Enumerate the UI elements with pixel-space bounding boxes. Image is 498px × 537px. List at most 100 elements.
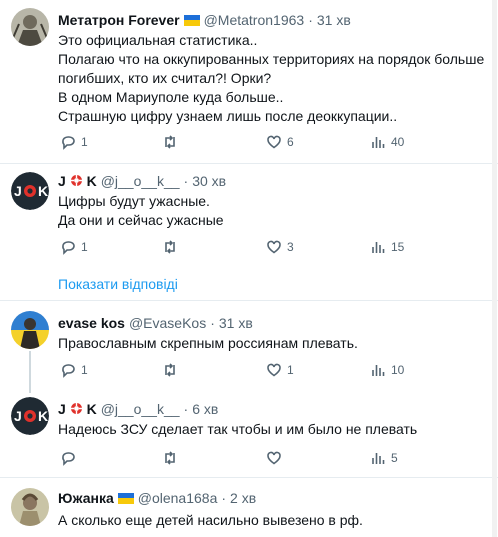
- text-line: Страшную цифру узнаем лишь после деоккуп…: [58, 108, 398, 124]
- like-icon: [267, 135, 281, 149]
- avatar[interactable]: J K: [11, 397, 49, 435]
- tweet-3[interactable]: evase kos @EvaseKos · 31 хв Православным…: [0, 301, 498, 393]
- user-name[interactable]: Южанка: [58, 490, 114, 506]
- timestamp[interactable]: 6 хв: [192, 401, 218, 417]
- user-name[interactable]: J K: [58, 401, 97, 417]
- lifebuoy-icon: J K: [11, 172, 49, 210]
- avatar-image: [11, 8, 49, 46]
- views-count: 40: [391, 135, 405, 149]
- views-count: 5: [391, 451, 398, 465]
- user-name-prefix: J: [58, 401, 66, 417]
- thread-line: [29, 351, 31, 393]
- views-icon: [372, 453, 385, 464]
- views-icon: [372, 365, 385, 376]
- reply-count: 1: [81, 240, 88, 254]
- like-button[interactable]: [266, 448, 287, 468]
- user-name[interactable]: J K: [58, 173, 97, 189]
- svg-text:K: K: [38, 408, 48, 424]
- retweet-icon: [165, 240, 175, 254]
- retweet-button[interactable]: [162, 360, 183, 380]
- text-line: Да они и сейчас ужасные: [58, 212, 224, 228]
- user-name-suffix: K: [86, 173, 97, 189]
- views-icon: [372, 242, 385, 253]
- reply-count: 1: [81, 363, 88, 377]
- tweet-2[interactable]: J K J K @j__o__k__ · 30 хв Цифры будут у…: [0, 164, 498, 294]
- lifebuoy-icon: [70, 175, 82, 186]
- user-name[interactable]: evase kos: [58, 315, 125, 331]
- show-replies-link[interactable]: Показати відповіді: [58, 276, 178, 292]
- tweet-4[interactable]: J K J K @j__o__k__ · 6 хв Надеюсь ЗСУ сд…: [0, 393, 498, 477]
- views-button[interactable]: 15: [370, 237, 404, 257]
- action-bar: 5: [58, 448, 498, 468]
- like-button[interactable]: 3: [266, 237, 294, 257]
- scrollbar[interactable]: [492, 0, 497, 537]
- svg-text:K: K: [38, 183, 48, 199]
- retweet-button[interactable]: [162, 448, 183, 468]
- tweet-text: Это официальная статистика.. Полагаю что…: [58, 31, 490, 126]
- retweet-button[interactable]: [162, 132, 183, 152]
- reply-icon: [62, 241, 75, 255]
- user-handle[interactable]: @j__o__k__: [101, 173, 180, 189]
- views-icon: [372, 137, 385, 148]
- views-button[interactable]: 40: [370, 132, 404, 152]
- timestamp[interactable]: 31 хв: [219, 315, 253, 331]
- separator-dot: ·: [183, 173, 189, 189]
- text-line: Цифры будут ужасные.: [58, 193, 210, 209]
- avatar[interactable]: [11, 488, 49, 526]
- lifebuoy-icon: J K: [11, 397, 49, 435]
- like-icon: [267, 451, 281, 465]
- user-handle[interactable]: @EvaseKos: [129, 315, 206, 331]
- avatar-image: [11, 488, 49, 526]
- text-line: Это официальная статистика..: [58, 32, 258, 48]
- svg-text:J: J: [14, 183, 22, 199]
- views-count: 10: [391, 363, 405, 377]
- tweet-text: Цифры будут ужасные. Да они и сейчас ужа…: [58, 192, 490, 230]
- user-handle[interactable]: @olena168a: [138, 490, 218, 506]
- retweet-button[interactable]: [162, 237, 183, 257]
- timestamp[interactable]: 30 хв: [192, 173, 226, 189]
- timestamp[interactable]: 31 хв: [317, 12, 351, 28]
- action-bar: 1 3 15: [58, 237, 498, 257]
- tweet-1[interactable]: Метатрон Forever @Metatron1963 · 31 хв Э…: [0, 0, 498, 160]
- like-count: 3: [287, 240, 294, 254]
- lifebuoy-icon: [70, 403, 82, 414]
- tweet-5[interactable]: Южанка @olena168a · 2 хв А сколько еще д…: [0, 478, 498, 537]
- like-icon: [267, 363, 281, 377]
- reply-icon: [62, 364, 75, 378]
- reply-button[interactable]: 1: [60, 132, 88, 152]
- retweet-icon: [165, 451, 175, 465]
- like-count: 1: [287, 363, 294, 377]
- separator-dot: ·: [221, 490, 227, 506]
- user-name-prefix: J: [58, 173, 66, 189]
- reply-button[interactable]: 1: [60, 360, 88, 380]
- tweet-text: А сколько еще детей насильно вывезено в …: [58, 511, 490, 530]
- avatar[interactable]: [11, 8, 49, 46]
- views-button[interactable]: 10: [370, 360, 404, 380]
- retweet-icon: [165, 363, 175, 377]
- avatar-image: [11, 311, 49, 349]
- avatar[interactable]: [11, 311, 49, 349]
- like-icon: [267, 240, 281, 254]
- text-line: Православным скрепным россиянам плевать.: [58, 335, 358, 351]
- reply-button[interactable]: [60, 448, 81, 468]
- text-line: Надеюсь ЗСУ сделает так чтобы и им было …: [58, 421, 418, 437]
- separator-dot: ·: [308, 12, 313, 28]
- action-bar: 1 1 10: [58, 360, 498, 380]
- user-name[interactable]: Метатрон Forever: [58, 12, 180, 28]
- avatar[interactable]: J K: [11, 172, 49, 210]
- like-button[interactable]: 6: [266, 132, 294, 152]
- flag-ukraine-icon: [117, 492, 134, 504]
- flag-ukraine-icon: [183, 14, 200, 26]
- user-handle[interactable]: @j__o__k__: [101, 401, 180, 417]
- reply-button[interactable]: 1: [60, 237, 88, 257]
- action-bar: 1 6 40: [58, 132, 498, 152]
- like-button[interactable]: 1: [266, 360, 294, 380]
- tweet-text: Православным скрепным россиянам плевать.: [58, 334, 490, 353]
- views-button[interactable]: 5: [370, 448, 398, 468]
- timestamp[interactable]: 2 хв: [230, 490, 256, 506]
- reply-count: 1: [81, 135, 88, 149]
- svg-text:J: J: [14, 408, 22, 424]
- user-handle[interactable]: @Metatron1963: [204, 12, 305, 28]
- separator-dot: ·: [210, 315, 215, 331]
- reply-icon: [62, 136, 75, 150]
